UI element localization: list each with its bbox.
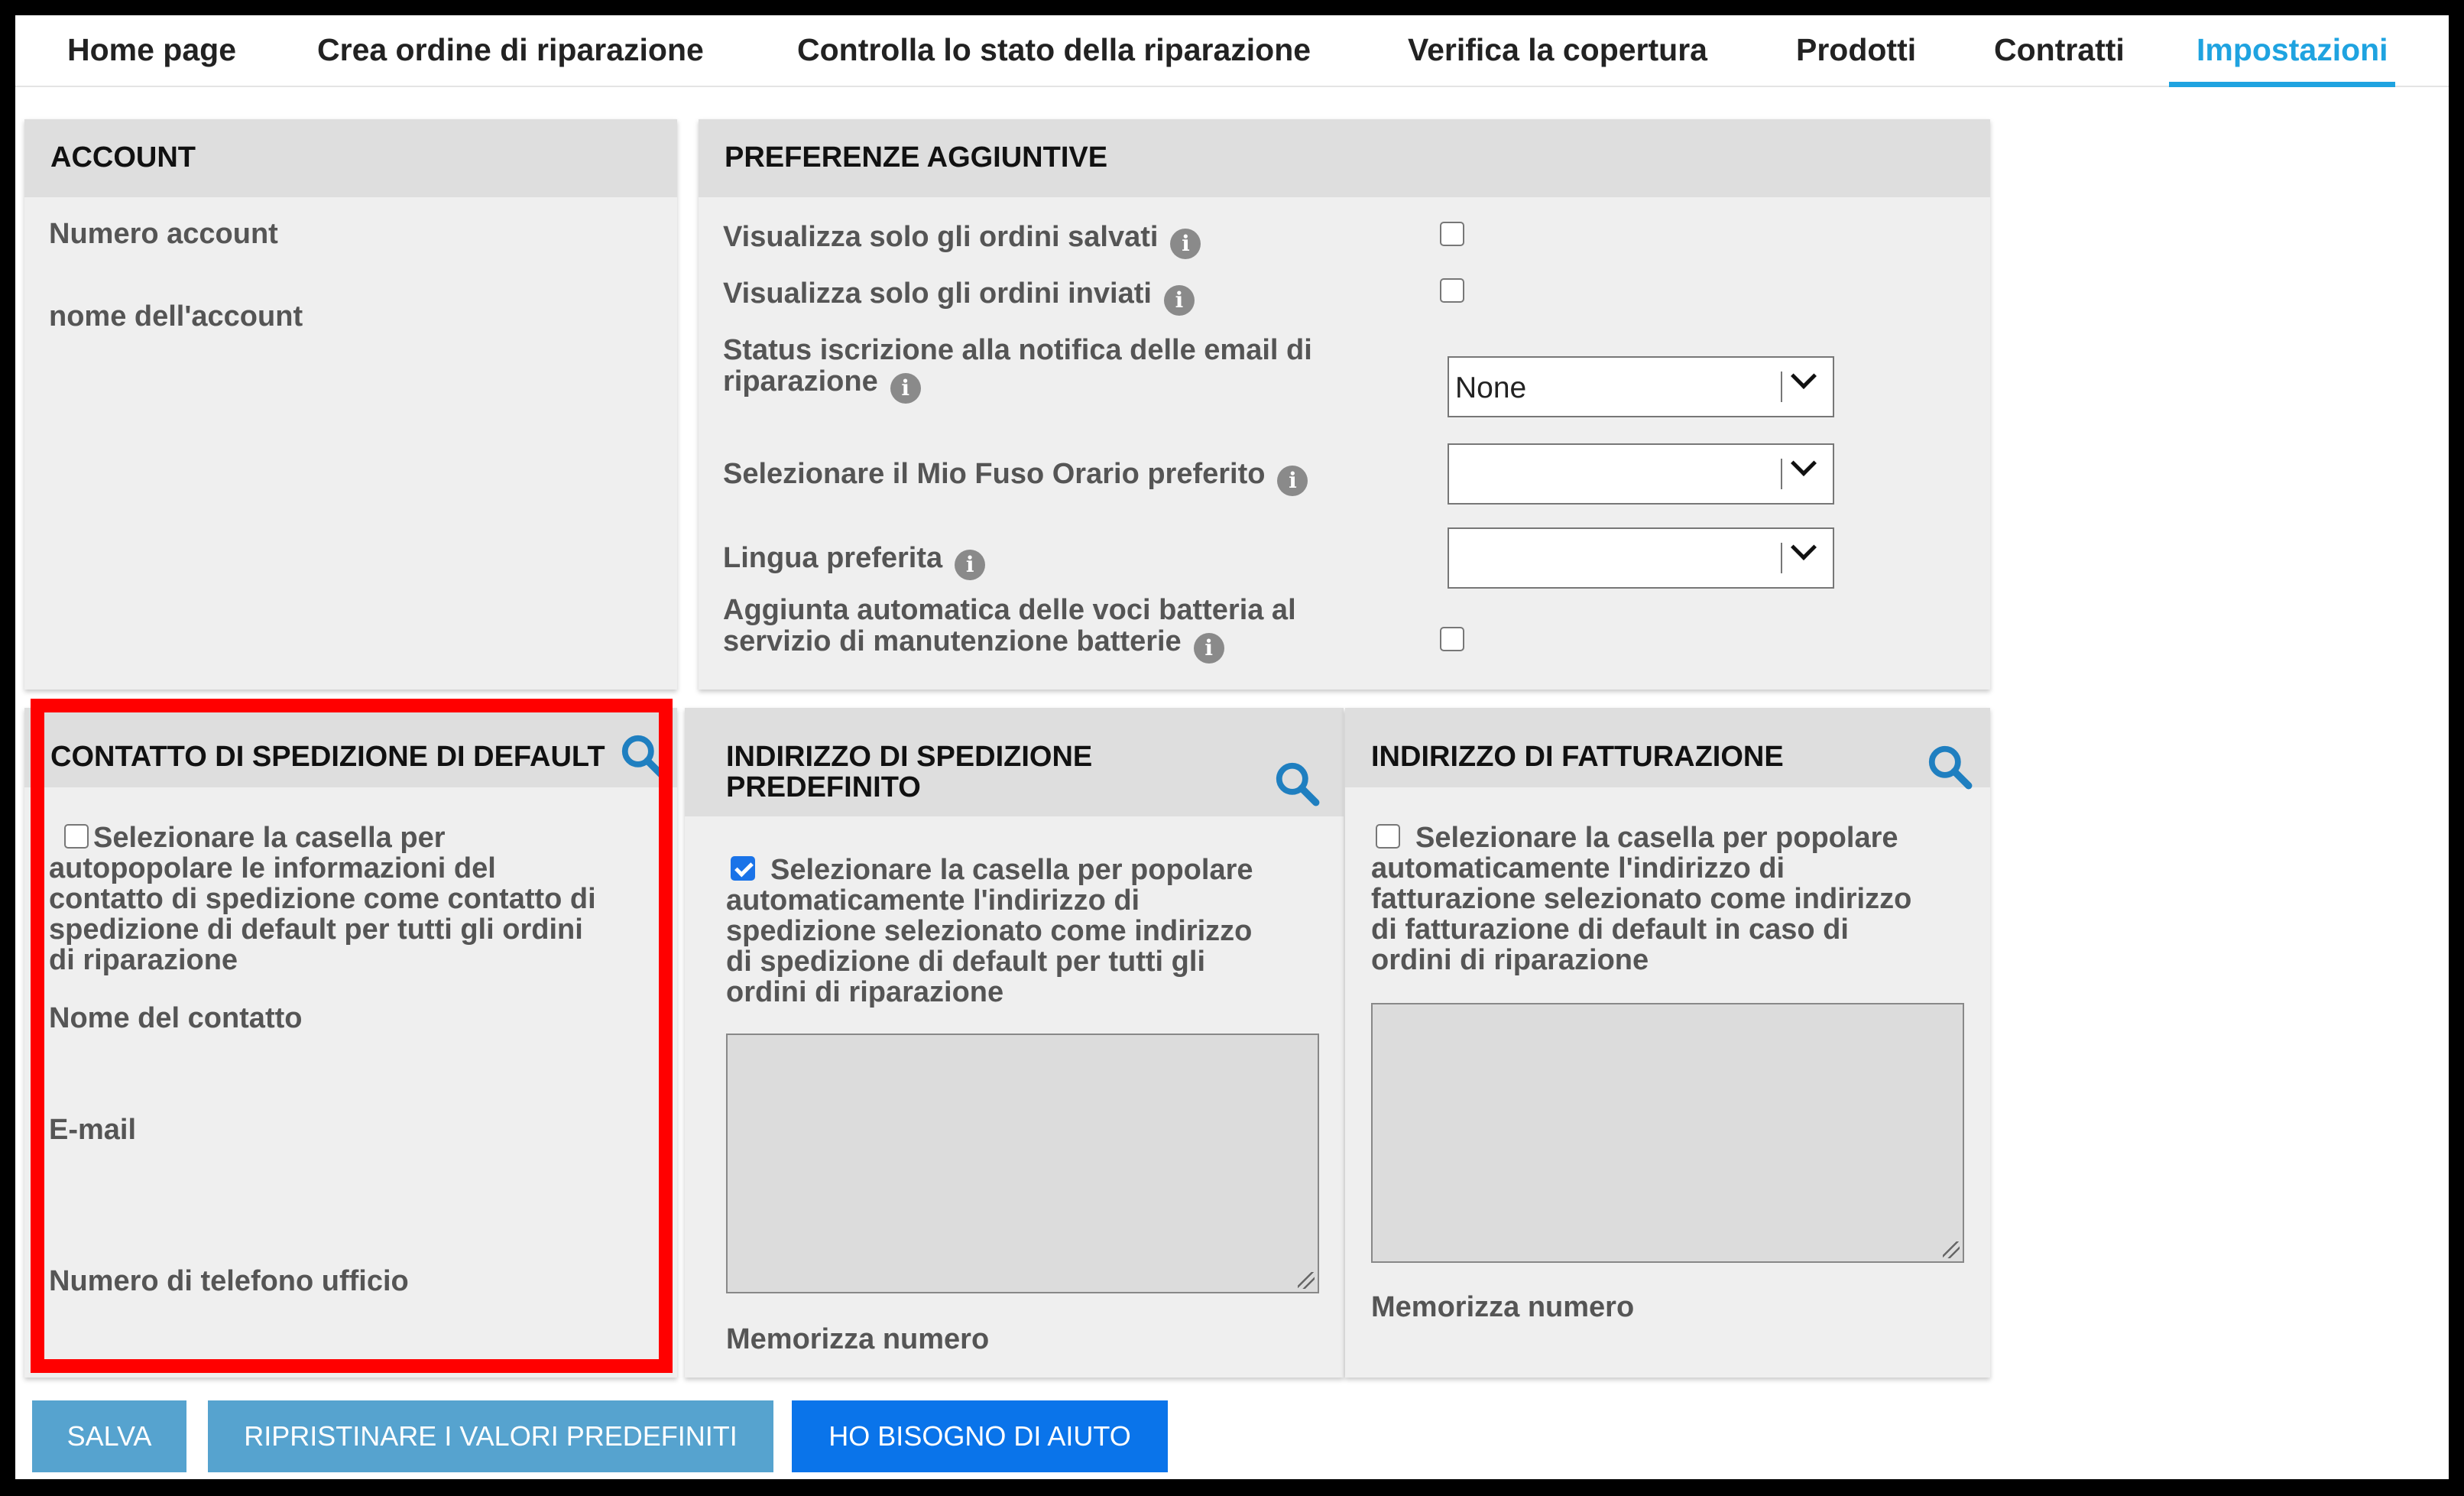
battery-label-line1: Aggiunta automatica delle voci batteria … <box>723 594 1296 626</box>
shipping-address-textarea[interactable] <box>726 1034 1319 1293</box>
select-separator <box>1781 543 1782 573</box>
billing-address-textarea[interactable] <box>1371 1003 1964 1263</box>
save-button[interactable]: SALVA <box>32 1400 186 1472</box>
billing-address-panel: INDIRIZZO DI FATTURAZIONE Selezionare la… <box>1345 708 1990 1378</box>
shipping-address-title: INDIRIZZO DI SPEDIZIONE PREDEFINITO <box>726 742 1092 803</box>
shipping-address-description-line: Selezionare la casella per popolare <box>770 854 1253 886</box>
billing-store-number-label: Memorizza numero <box>1371 1291 1635 1323</box>
reset-defaults-button[interactable]: RIPRISTINARE I VALORI PREDEFINITI <box>208 1400 773 1472</box>
shipping-store-number-label: Memorizza numero <box>726 1323 990 1355</box>
account-panel-header: ACCOUNT <box>24 119 677 197</box>
tab-verify-coverage[interactable]: Verifica la copertura <box>1408 15 1707 87</box>
app-frame: Home page Crea ordine di riparazione Con… <box>15 15 2449 1479</box>
shipping-address-panel: INDIRIZZO DI SPEDIZIONE PREDEFINITO Sele… <box>685 708 1344 1378</box>
saved-orders-label: Visualizza solo gli ordini salvati i <box>723 222 1201 259</box>
tab-home[interactable]: Home page <box>67 15 236 87</box>
language-select[interactable] <box>1448 527 1834 589</box>
sent-orders-label-text: Visualizza solo gli ordini inviati <box>723 277 1152 310</box>
email-notification-label-line2-text: riparazione <box>723 365 878 398</box>
info-icon[interactable]: i <box>890 373 921 404</box>
help-button[interactable]: HO BISOGNO DI AIUTO <box>792 1400 1168 1472</box>
language-label: Lingua preferita i <box>723 542 986 580</box>
sent-orders-checkbox[interactable] <box>1440 278 1464 303</box>
timezone-select[interactable] <box>1448 443 1834 505</box>
email-notification-select[interactable]: None <box>1448 356 1834 417</box>
billing-address-description: Selezionare la casella per popolare auto… <box>1371 823 1911 975</box>
info-icon[interactable]: i <box>1163 285 1195 316</box>
account-title: ACCOUNT <box>50 141 196 174</box>
account-panel: ACCOUNT Numero account nome dell'account <box>24 119 677 690</box>
info-icon[interactable]: i <box>1170 229 1201 259</box>
chevron-down-icon[interactable] <box>1791 363 1817 389</box>
tab-contracts[interactable]: Contratti <box>1994 15 2125 87</box>
shipping-address-title-line: PREDEFINITO <box>726 771 921 803</box>
chevron-down-icon[interactable] <box>1791 450 1817 476</box>
info-icon[interactable]: i <box>1277 466 1308 496</box>
email-notification-label: Status iscrizione alla notifica delle em… <box>723 335 1312 404</box>
billing-address-description-line: Selezionare la casella per popolare <box>1415 822 1898 854</box>
tab-settings[interactable]: Impostazioni <box>2169 15 2395 87</box>
battery-label-line2: servizio di manutenzione batterie i <box>723 626 1296 664</box>
info-icon[interactable]: i <box>1193 633 1224 664</box>
account-number-label: Numero account <box>49 218 278 250</box>
billing-address-title: INDIRIZZO DI FATTURAZIONE <box>1371 741 1784 773</box>
battery-checkbox[interactable] <box>1440 627 1464 651</box>
preferences-panel-header: PREFERENZE AGGIUNTIVE <box>699 119 1990 197</box>
billing-address-description-line: di fatturazione di default in caso di <box>1371 914 1849 946</box>
shipping-address-description-line: automaticamente l'indirizzo di <box>726 884 1140 917</box>
search-icon[interactable] <box>1273 760 1321 807</box>
saved-orders-checkbox[interactable] <box>1440 222 1464 246</box>
shipping-address-panel-header: INDIRIZZO DI SPEDIZIONE PREDEFINITO <box>685 708 1344 816</box>
shipping-address-description: Selezionare la casella per popolare auto… <box>726 855 1253 1008</box>
email-notification-value: None <box>1455 372 1527 404</box>
billing-address-description-line: fatturazione selezionato come indirizzo <box>1371 883 1912 915</box>
tab-create-repair-order[interactable]: Crea ordine di riparazione <box>317 15 704 87</box>
battery-label-line2-text: servizio di manutenzione batterie <box>723 625 1182 657</box>
highlight-rectangle <box>31 699 673 1373</box>
email-notification-label-line1: Status iscrizione alla notifica delle em… <box>723 334 1312 366</box>
preferences-panel: PREFERENZE AGGIUNTIVE Visualizza solo gl… <box>699 119 1990 690</box>
search-icon[interactable] <box>1926 743 1973 790</box>
saved-orders-label-text: Visualizza solo gli ordini salvati <box>723 221 1159 253</box>
battery-label: Aggiunta automatica delle voci batteria … <box>723 595 1296 664</box>
language-label-text: Lingua preferita <box>723 542 943 574</box>
tab-products[interactable]: Prodotti <box>1796 15 1916 87</box>
top-nav: Home page Crea ordine di riparazione Con… <box>15 15 2449 87</box>
billing-address-description-line: ordini di riparazione <box>1371 944 1649 976</box>
shipping-address-description-line: ordini di riparazione <box>726 976 1004 1008</box>
shipping-address-description-line: di spedizione di default per tutti gli <box>726 946 1205 978</box>
shipping-address-title-line: INDIRIZZO DI SPEDIZIONE <box>726 741 1093 773</box>
billing-address-description-line: automaticamente l'indirizzo di <box>1371 852 1785 884</box>
billing-address-panel-header: INDIRIZZO DI FATTURAZIONE <box>1345 708 1990 790</box>
chevron-down-icon[interactable] <box>1791 534 1817 560</box>
select-separator <box>1781 459 1782 489</box>
shipping-address-description-line: spedizione selezionato come indirizzo <box>726 915 1253 947</box>
timezone-label-text: Selezionare il Mio Fuso Orario preferito <box>723 458 1266 490</box>
info-icon[interactable]: i <box>955 550 986 580</box>
tab-repair-status[interactable]: Controlla lo stato della riparazione <box>797 15 1311 87</box>
select-separator <box>1781 372 1782 402</box>
timezone-label: Selezionare il Mio Fuso Orario preferito… <box>723 459 1308 496</box>
email-notification-label-line2: riparazione i <box>723 366 1312 404</box>
preferences-title: PREFERENZE AGGIUNTIVE <box>725 141 1108 174</box>
sent-orders-label: Visualizza solo gli ordini inviati i <box>723 278 1195 316</box>
account-name-label: nome dell'account <box>49 300 303 333</box>
